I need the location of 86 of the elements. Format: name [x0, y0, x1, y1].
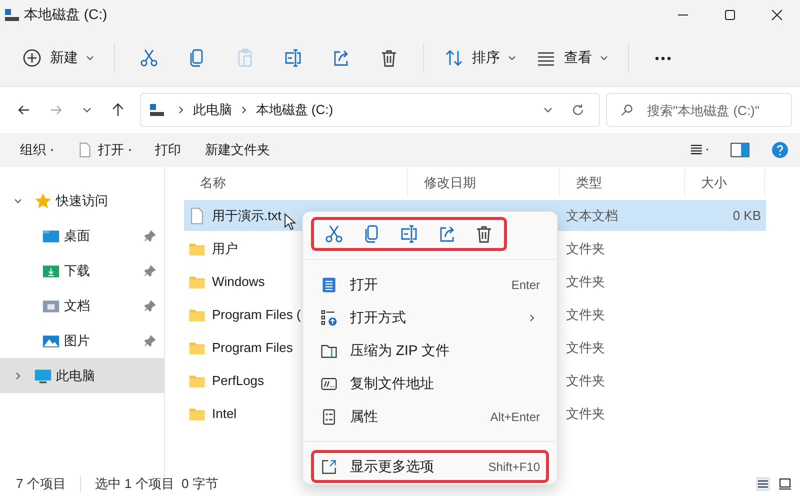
- scissors-icon: [139, 48, 159, 68]
- drive-icon: [4, 7, 20, 23]
- command-button[interactable]: 新建文件夹: [193, 141, 282, 159]
- table-cell-text: 文件夹: [565, 272, 606, 290]
- notepad-icon: [320, 276, 338, 294]
- chevron-icon: [176, 106, 185, 114]
- mouse-pointer-icon: [284, 213, 296, 231]
- refresh-icon[interactable]: [571, 103, 585, 117]
- menu-label: 显示更多选项: [350, 458, 434, 476]
- menu-item[interactable]: 打开方式: [311, 301, 549, 334]
- tiles-view-icon[interactable]: [778, 477, 792, 491]
- table-cell-text: 文件夹: [565, 372, 606, 390]
- shortcut-hint: Shift+F10: [488, 460, 540, 474]
- file-name[interactable]: Program Files (: [212, 307, 301, 322]
- breadcrumb[interactable]: 此电脑: [192, 101, 232, 119]
- scissors-icon: [324, 224, 344, 244]
- sidebar-item[interactable]: 下载: [0, 253, 164, 288]
- star-icon: [34, 192, 52, 210]
- table-cell-text: 0 KB: [732, 208, 762, 223]
- shortcut-hint: Enter: [511, 278, 540, 292]
- address-bar[interactable]: 此电脑 本地磁盘 (C:): [140, 93, 600, 127]
- menu-label: 属性: [350, 408, 378, 426]
- up-icon[interactable]: [110, 102, 126, 118]
- column-header[interactable]: 大小: [685, 169, 765, 197]
- close-icon[interactable]: [771, 9, 783, 21]
- toolbar-button[interactable]: 查看: [526, 40, 618, 76]
- menu-item[interactable]: 属性 Alt+Enter: [311, 400, 549, 433]
- table-cell-text: 文件夹: [565, 404, 606, 422]
- help-icon[interactable]: [770, 141, 790, 159]
- sort-icon: [444, 48, 464, 68]
- properties-icon: [320, 408, 338, 426]
- text-file-icon: [188, 206, 206, 224]
- search-field[interactable]: 搜索"本地磁盘 (C:)": [606, 93, 792, 127]
- sidebar-item[interactable]: 桌面: [0, 218, 164, 253]
- apps-icon: [320, 308, 338, 326]
- menu-label: 打开: [350, 276, 378, 294]
- collapsed-chevron-icon[interactable]: [14, 372, 22, 380]
- menu-item[interactable]: 打开 Enter: [311, 268, 549, 301]
- file-name[interactable]: 用户: [212, 240, 238, 258]
- column-header[interactable]: 修改日期: [408, 169, 560, 197]
- search-icon: [620, 103, 634, 117]
- more-icon: [653, 56, 673, 60]
- drive-icon: [148, 102, 165, 118]
- table-cell-text: 文件夹: [565, 240, 606, 258]
- menu-item[interactable]: 复制文件地址: [311, 367, 549, 400]
- file-name[interactable]: Program Files: [212, 340, 293, 355]
- plus-circle-icon: [22, 48, 42, 68]
- table-cell-text: 文本文档: [565, 206, 619, 224]
- file-name[interactable]: 用于演示.txt: [212, 206, 282, 224]
- chevron-icon: [240, 106, 248, 114]
- shortcut-hint: Alt+Enter: [490, 410, 540, 424]
- preview-pane-icon[interactable]: [730, 141, 750, 159]
- selection-info: 选中 1 个项目 0 字节: [94, 475, 218, 493]
- window-title: 本地磁盘 (C:): [24, 6, 108, 24]
- menu-label: 复制文件地址: [350, 374, 434, 392]
- column-header[interactable]: 类型: [560, 169, 685, 197]
- toolbar-button[interactable]: 排序: [434, 40, 526, 76]
- item-count: 7 个项目: [16, 475, 66, 493]
- sidebar-item[interactable]: 此电脑: [0, 358, 164, 393]
- table-cell-text: 文件夹: [565, 338, 606, 356]
- sidebar-item[interactable]: 快速访问: [0, 183, 164, 218]
- file-name[interactable]: PerfLogs: [212, 373, 264, 388]
- menu-label: 打开方式: [350, 308, 406, 326]
- rename-icon: [283, 48, 303, 68]
- menu-item[interactable]: 压缩为 ZIP 文件: [311, 334, 549, 367]
- computer-icon: [34, 366, 52, 384]
- command-button[interactable]: 打开: [65, 141, 143, 159]
- file-name[interactable]: Windows: [212, 274, 265, 289]
- sidebar-item[interactable]: 图片: [0, 323, 164, 358]
- menu-label: 压缩为 ZIP 文件: [350, 342, 450, 360]
- rename-icon: [399, 224, 419, 244]
- trash-icon: [379, 48, 399, 68]
- file-name[interactable]: Intel: [212, 406, 237, 421]
- breadcrumb[interactable]: 本地磁盘 (C:): [256, 101, 334, 119]
- trash-icon: [474, 224, 494, 244]
- expand-window-icon: [320, 458, 338, 476]
- column-header[interactable]: 名称: [184, 169, 408, 197]
- sidebar-item[interactable]: 文档: [0, 288, 164, 323]
- toolbar-button[interactable]: 新建: [12, 40, 104, 76]
- maximize-icon[interactable]: [724, 9, 736, 21]
- menu-item[interactable]: 显示更多选项 Shift+F10: [311, 450, 549, 483]
- command-button[interactable]: 组织: [8, 141, 65, 159]
- table-cell-text: 文件夹: [565, 306, 606, 324]
- expanded-chevron-icon[interactable]: [14, 196, 22, 204]
- command-button[interactable]: 打印: [143, 141, 193, 159]
- details-view-icon[interactable]: [756, 477, 770, 491]
